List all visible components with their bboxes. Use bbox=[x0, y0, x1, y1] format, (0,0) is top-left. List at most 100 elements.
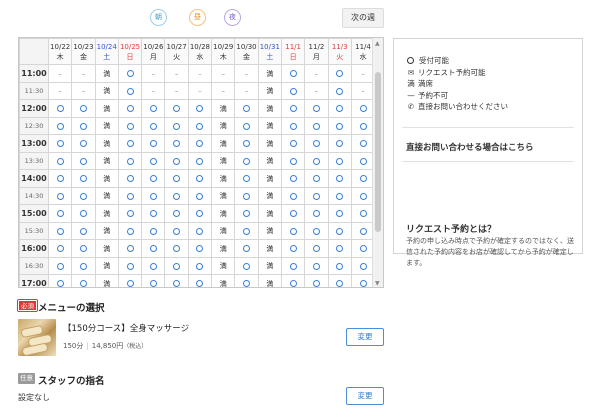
available-slot[interactable] bbox=[164, 239, 189, 258]
available-slot[interactable] bbox=[164, 222, 189, 240]
available-slot[interactable] bbox=[47, 187, 73, 205]
available-slot[interactable] bbox=[187, 222, 213, 240]
available-slot[interactable] bbox=[117, 152, 143, 170]
change-staff-button[interactable]: 変更 bbox=[346, 387, 384, 405]
available-slot[interactable] bbox=[187, 187, 213, 205]
available-slot[interactable] bbox=[280, 169, 306, 188]
available-slot[interactable] bbox=[71, 222, 96, 240]
available-slot[interactable] bbox=[234, 99, 259, 118]
available-slot[interactable] bbox=[71, 117, 96, 135]
available-slot[interactable] bbox=[117, 274, 143, 287]
available-slot[interactable] bbox=[187, 152, 213, 170]
available-slot[interactable] bbox=[164, 169, 189, 188]
available-slot[interactable] bbox=[47, 152, 73, 170]
available-slot[interactable] bbox=[47, 239, 73, 258]
scroll-up-arrow-icon[interactable]: ▲ bbox=[375, 40, 380, 47]
available-slot[interactable] bbox=[71, 152, 96, 170]
calendar-scrollbar[interactable]: ▲ ▼ bbox=[372, 38, 383, 287]
available-slot[interactable] bbox=[47, 134, 73, 153]
available-slot[interactable] bbox=[327, 274, 352, 287]
available-slot[interactable] bbox=[71, 134, 96, 153]
available-slot[interactable] bbox=[71, 239, 96, 258]
available-slot[interactable] bbox=[117, 187, 143, 205]
available-slot[interactable] bbox=[280, 152, 306, 170]
available-slot[interactable] bbox=[117, 239, 143, 258]
available-slot[interactable] bbox=[234, 169, 259, 188]
available-slot[interactable] bbox=[164, 152, 189, 170]
night-filter-button[interactable]: 夜 bbox=[224, 9, 241, 26]
available-slot[interactable] bbox=[117, 64, 143, 83]
available-slot[interactable] bbox=[304, 169, 329, 188]
available-slot[interactable] bbox=[234, 222, 259, 240]
available-slot[interactable] bbox=[280, 239, 306, 258]
available-slot[interactable] bbox=[187, 204, 213, 223]
morning-filter-button[interactable]: 朝 bbox=[150, 9, 167, 26]
direct-contact-link[interactable]: 直接お問い合わせる場合はこちら bbox=[406, 141, 534, 153]
available-slot[interactable] bbox=[117, 257, 143, 275]
available-slot[interactable] bbox=[304, 152, 329, 170]
available-slot[interactable] bbox=[187, 274, 213, 287]
available-slot[interactable] bbox=[141, 152, 166, 170]
available-slot[interactable] bbox=[280, 274, 306, 287]
available-slot[interactable] bbox=[187, 99, 213, 118]
available-slot[interactable] bbox=[187, 134, 213, 153]
available-slot[interactable] bbox=[280, 187, 306, 205]
available-slot[interactable] bbox=[304, 187, 329, 205]
available-slot[interactable] bbox=[327, 82, 352, 100]
available-slot[interactable] bbox=[327, 152, 352, 170]
available-slot[interactable] bbox=[234, 239, 259, 258]
available-slot[interactable] bbox=[141, 274, 166, 287]
available-slot[interactable] bbox=[164, 204, 189, 223]
available-slot[interactable] bbox=[304, 99, 329, 118]
available-slot[interactable] bbox=[187, 169, 213, 188]
available-slot[interactable] bbox=[47, 274, 73, 287]
available-slot[interactable] bbox=[280, 257, 306, 275]
available-slot[interactable] bbox=[164, 274, 189, 287]
available-slot[interactable] bbox=[71, 99, 96, 118]
available-slot[interactable] bbox=[71, 274, 96, 287]
available-slot[interactable] bbox=[164, 134, 189, 153]
available-slot[interactable] bbox=[234, 257, 259, 275]
available-slot[interactable] bbox=[117, 117, 143, 135]
change-menu-button[interactable]: 変更 bbox=[346, 328, 384, 346]
available-slot[interactable] bbox=[304, 274, 329, 287]
available-slot[interactable] bbox=[304, 239, 329, 258]
available-slot[interactable] bbox=[234, 117, 259, 135]
available-slot[interactable] bbox=[71, 187, 96, 205]
available-slot[interactable] bbox=[280, 204, 306, 223]
available-slot[interactable] bbox=[141, 187, 166, 205]
available-slot[interactable] bbox=[234, 187, 259, 205]
available-slot[interactable] bbox=[327, 64, 352, 83]
available-slot[interactable] bbox=[47, 117, 73, 135]
available-slot[interactable] bbox=[71, 204, 96, 223]
available-slot[interactable] bbox=[117, 82, 143, 100]
available-slot[interactable] bbox=[304, 257, 329, 275]
available-slot[interactable] bbox=[234, 152, 259, 170]
available-slot[interactable] bbox=[327, 222, 352, 240]
available-slot[interactable] bbox=[141, 239, 166, 258]
available-slot[interactable] bbox=[280, 134, 306, 153]
available-slot[interactable] bbox=[117, 134, 143, 153]
available-slot[interactable] bbox=[47, 204, 73, 223]
daytime-filter-button[interactable]: 昼 bbox=[189, 9, 206, 26]
available-slot[interactable] bbox=[187, 117, 213, 135]
available-slot[interactable] bbox=[141, 257, 166, 275]
available-slot[interactable] bbox=[280, 99, 306, 118]
scrollbar-thumb[interactable] bbox=[375, 72, 381, 232]
available-slot[interactable] bbox=[280, 64, 306, 83]
available-slot[interactable] bbox=[141, 222, 166, 240]
available-slot[interactable] bbox=[327, 134, 352, 153]
available-slot[interactable] bbox=[327, 169, 352, 188]
available-slot[interactable] bbox=[117, 222, 143, 240]
available-slot[interactable] bbox=[47, 169, 73, 188]
available-slot[interactable] bbox=[327, 187, 352, 205]
available-slot[interactable] bbox=[47, 222, 73, 240]
available-slot[interactable] bbox=[304, 134, 329, 153]
available-slot[interactable] bbox=[304, 222, 329, 240]
next-week-button[interactable]: 次の週 bbox=[342, 8, 384, 28]
available-slot[interactable] bbox=[47, 99, 73, 118]
available-slot[interactable] bbox=[187, 257, 213, 275]
available-slot[interactable] bbox=[117, 169, 143, 188]
available-slot[interactable] bbox=[327, 239, 352, 258]
available-slot[interactable] bbox=[71, 169, 96, 188]
